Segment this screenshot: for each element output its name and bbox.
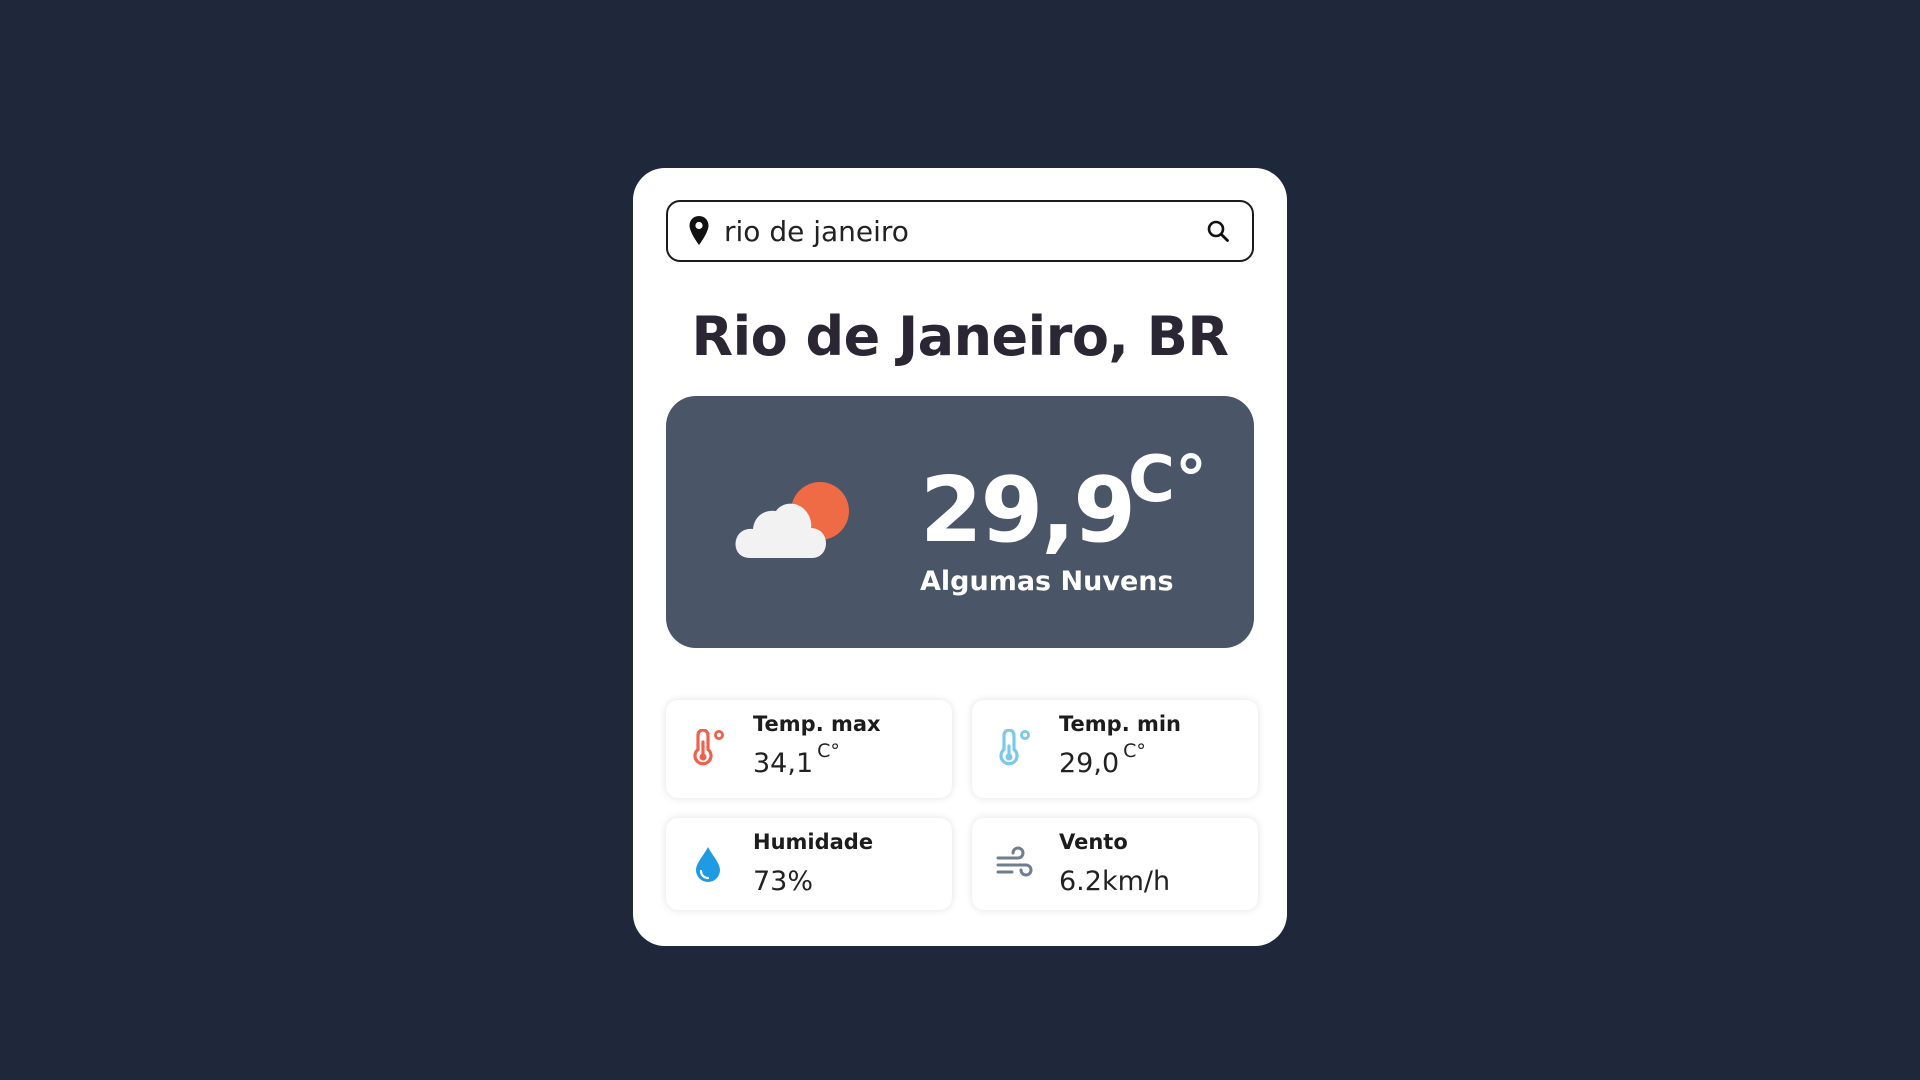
temp-min-label: Temp. min <box>1059 712 1182 736</box>
weather-details-grid: Temp. max 34,1 C° Temp. min 29,0 C° Humida… <box>666 700 1258 910</box>
thermometer-cold-icon <box>999 729 1030 766</box>
temp-max-unit: C° <box>817 740 840 762</box>
wind-icon <box>996 846 1033 877</box>
search-bar <box>666 200 1254 262</box>
detail-temp-min: Temp. min 29,0 C° <box>972 700 1258 798</box>
map-pin-icon <box>689 216 709 245</box>
city-name: Rio de Janeiro, BR <box>691 305 1229 368</box>
humidity-label: Humidade <box>753 830 874 854</box>
weather-card: Rio de Janeiro, BR 29,9 C° Algumas Nuven… <box>633 168 1287 946</box>
search-button[interactable] <box>1202 215 1234 247</box>
search-icon <box>1207 220 1229 242</box>
temp-max-value: 34,1 C° <box>753 742 840 779</box>
temp-min-unit: C° <box>1123 740 1146 762</box>
detail-wind: Vento 6.2km/h <box>972 818 1258 910</box>
cloud-sun-icon <box>735 482 849 558</box>
city-search-input[interactable] <box>724 211 1202 251</box>
detail-temp-max: Temp. max 34,1 C° <box>666 700 952 798</box>
current-temperature: 29,9 <box>920 458 1136 563</box>
water-drop-icon <box>696 847 720 882</box>
current-weather-panel: 29,9 C° Algumas Nuvens <box>666 396 1254 648</box>
thermometer-hot-icon <box>693 729 724 766</box>
temp-min-number: 29,0 <box>1059 748 1120 779</box>
wind-label: Vento <box>1059 830 1128 854</box>
temperature-unit: C° <box>1128 443 1207 517</box>
temp-max-number: 34,1 <box>753 748 814 779</box>
wind-value: 6.2km/h <box>1059 866 1171 897</box>
detail-humidity: Humidade 73% <box>666 818 952 910</box>
humidity-value: 73% <box>753 866 814 897</box>
weather-description: Algumas Nuvens <box>920 566 1174 597</box>
temp-min-value: 29,0 C° <box>1059 742 1146 779</box>
temp-max-label: Temp. max <box>753 712 881 736</box>
